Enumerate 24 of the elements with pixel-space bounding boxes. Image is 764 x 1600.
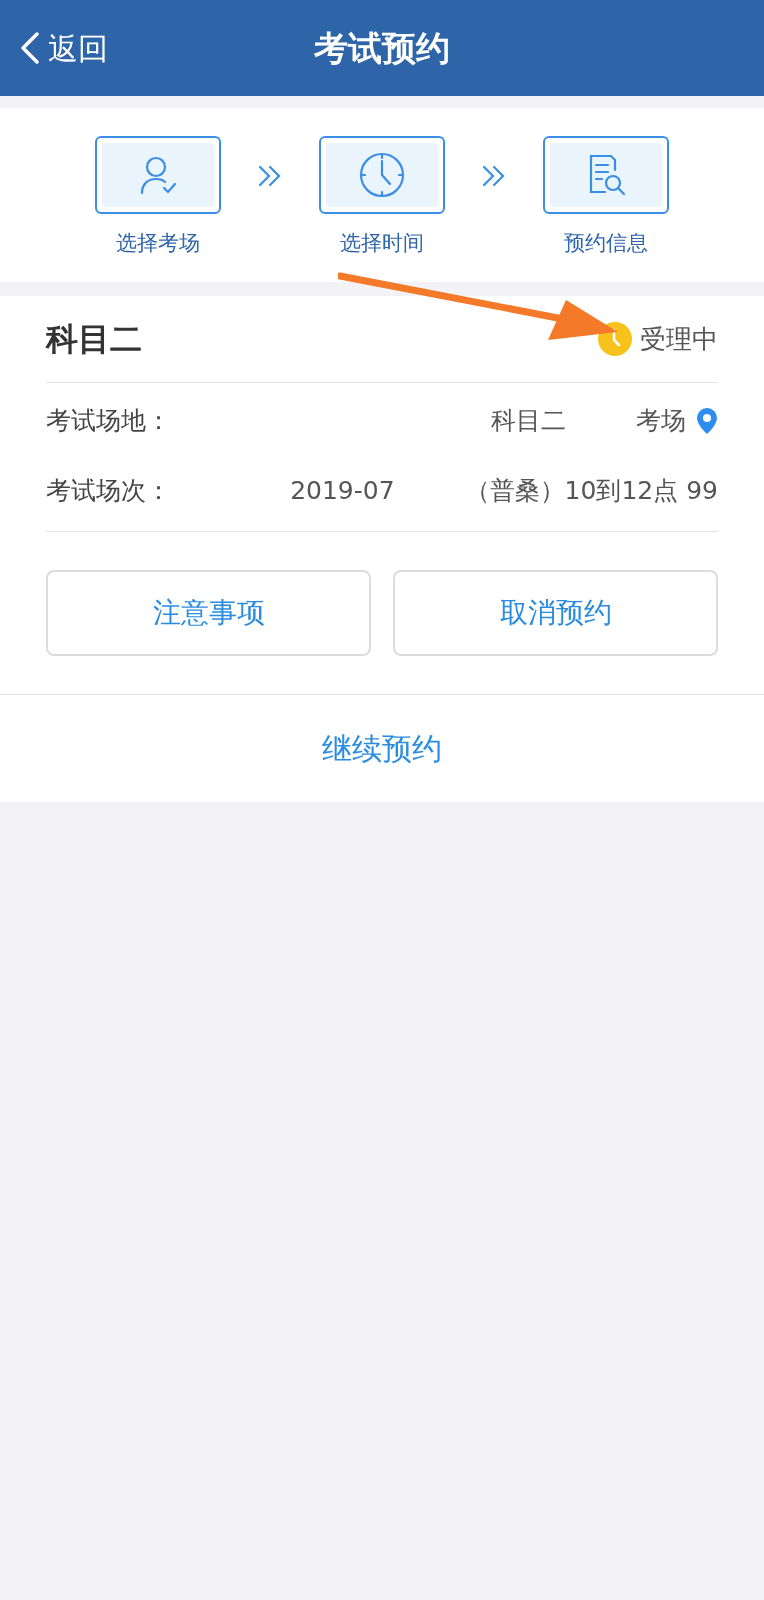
page-title: 考试预约	[314, 26, 450, 70]
step-label: 选择时间	[340, 230, 424, 257]
field-value: （普桑）10到12点 99	[464, 475, 718, 508]
field-value: 科目二	[491, 405, 566, 438]
clock-icon	[358, 151, 406, 199]
step-tile[interactable]	[319, 136, 445, 214]
step-tile[interactable]	[543, 136, 669, 214]
double-chevron-icon	[257, 164, 283, 188]
field-label: 考试场地：	[46, 405, 171, 438]
action-button[interactable]: 注意事项	[46, 570, 371, 656]
action-button[interactable]: 取消预约	[393, 570, 718, 656]
continue-button[interactable]: 继续预约	[322, 726, 442, 771]
status-text: 受理中	[640, 322, 718, 356]
step-tile[interactable]	[95, 136, 221, 214]
location-pin-icon	[696, 407, 718, 435]
field-value: 考场	[636, 405, 686, 438]
field-label: 考试场次：	[46, 475, 171, 508]
chevron-left-icon	[20, 31, 40, 65]
subject-title: 科目二	[46, 319, 142, 360]
field-value: 2019-07	[290, 475, 395, 508]
step-label: 预约信息	[564, 230, 648, 257]
back-button[interactable]: 返回	[0, 25, 108, 71]
step-label: 选择考场	[116, 230, 200, 257]
double-chevron-icon	[481, 164, 507, 188]
